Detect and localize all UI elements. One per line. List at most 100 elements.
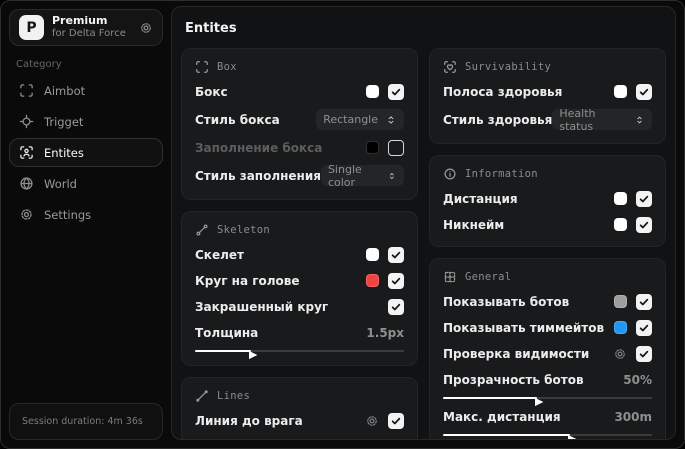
sidebar-item-entites[interactable]: Entites [9, 138, 163, 167]
slider-value: 300m [614, 410, 652, 424]
gear-icon [19, 207, 34, 222]
gear-icon[interactable] [365, 440, 379, 441]
setting-label: Скелет [195, 247, 244, 262]
setting-row: Линия до врага [195, 412, 404, 429]
panel-lines: Lines Линия до врага Линия взгляда [181, 377, 418, 441]
setting-row: Никнейм [443, 216, 652, 233]
slider-fill [443, 397, 538, 399]
person-scan-icon [19, 145, 34, 160]
line-icon [195, 389, 209, 403]
checkbox[interactable] [388, 83, 404, 100]
setting-row: Показывать тиммейтов [443, 319, 652, 336]
crosshair-icon [19, 114, 34, 129]
panel-title: General [465, 271, 512, 283]
color-swatch[interactable] [614, 295, 627, 308]
slider-row: Макс. дистанция 300m [443, 410, 652, 439]
setting-label: Макс. дистанция [443, 410, 561, 424]
setting-controls [613, 345, 652, 362]
slider-thumb-icon[interactable] [567, 430, 578, 439]
setting-label: Проверка видимости [443, 346, 590, 361]
setting-controls [614, 216, 652, 233]
color-swatch[interactable] [366, 248, 379, 261]
color-swatch[interactable] [614, 218, 627, 231]
setting-controls [366, 83, 404, 100]
setting-row: Скелет [195, 246, 404, 263]
slider[interactable] [195, 350, 404, 360]
dropdown[interactable]: Rectangle [316, 109, 404, 130]
color-swatch[interactable] [614, 321, 627, 334]
setting-label: Бокс [195, 84, 228, 99]
dropdown[interactable]: Single color [320, 162, 404, 189]
panel-header: Box [195, 60, 404, 74]
sidebar-item-aimbot[interactable]: Aimbot [9, 76, 163, 105]
checkbox[interactable] [636, 216, 652, 233]
setting-label: Дистанция [443, 191, 518, 206]
color-swatch[interactable] [366, 274, 379, 287]
gear-icon[interactable] [613, 347, 627, 361]
sidebar-item-label: Aimbot [44, 83, 86, 98]
slider[interactable] [443, 397, 652, 407]
setting-controls [614, 293, 652, 310]
bone-icon [195, 223, 209, 237]
setting-label: Линия взгляда [195, 440, 297, 441]
checkbox[interactable] [388, 438, 404, 439]
gear-icon[interactable] [139, 21, 153, 35]
sidebar-item-settings[interactable]: Settings [9, 200, 163, 229]
setting-row: Закрашенный круг [195, 298, 404, 315]
globe-icon [19, 176, 34, 191]
checkbox[interactable] [636, 83, 652, 100]
dropdown[interactable]: Health status [552, 107, 652, 133]
slider-row: Прозрачность ботов 50% [443, 373, 652, 407]
sidebar-item-world[interactable]: World [9, 169, 163, 198]
slider-value: 1.5px [366, 326, 404, 340]
color-swatch[interactable] [366, 85, 379, 98]
setting-row: Стиль бокса Rectangle [195, 109, 404, 130]
slider-thumb-icon[interactable] [534, 393, 545, 407]
setting-controls [366, 272, 404, 289]
color-swatch[interactable] [614, 85, 627, 98]
panel-survivability: Survivability Полоса здоровья Стиль здоров… [429, 48, 666, 144]
session-duration-text: Session duration: 4m 36s [22, 416, 143, 427]
checkbox[interactable] [388, 298, 404, 315]
checkbox[interactable] [388, 412, 404, 429]
grid-icon [443, 270, 457, 284]
checkbox[interactable] [388, 272, 404, 289]
checkbox[interactable] [388, 246, 404, 263]
color-swatch[interactable] [614, 192, 627, 205]
setting-label: Полоса здоровья [443, 84, 563, 99]
sidebar-item-label: Settings [44, 207, 92, 222]
setting-controls [614, 83, 652, 100]
setting-label: Прозрачность ботов [443, 373, 584, 387]
sidebar-item-trigget[interactable]: Trigget [9, 107, 163, 136]
checkbox[interactable] [636, 293, 652, 310]
setting-label: Толщина [195, 326, 259, 340]
session-duration-card: Session duration: 4m 36s [9, 403, 163, 440]
setting-label: Стиль заполнения [195, 168, 321, 183]
color-swatch[interactable] [366, 141, 379, 154]
gear-icon[interactable] [365, 414, 379, 428]
brand-title: Premium [52, 14, 108, 28]
heart-scan-icon [443, 60, 457, 74]
panel-header: Skeleton [195, 223, 404, 237]
app-logo: P [19, 15, 44, 40]
checkbox[interactable] [636, 190, 652, 207]
slider-thumb-icon[interactable] [248, 346, 259, 360]
panel-title: Information [465, 168, 538, 180]
checkbox[interactable] [388, 139, 404, 156]
setting-controls [366, 139, 404, 156]
brand-card: P Premium for Delta Force [9, 9, 163, 46]
panel-title: Survivability [465, 61, 552, 73]
slider-fill [195, 350, 252, 352]
slider-row-top: Макс. дистанция 300m [443, 410, 652, 424]
panel-columns: Box Бокс Стиль бокса Rectangle Заполнение бо… [181, 48, 666, 441]
checkbox[interactable] [636, 345, 652, 362]
panel-title: Skeleton [217, 224, 270, 236]
checkbox[interactable] [636, 319, 652, 336]
setting-label: Заполнение бокса [195, 140, 323, 155]
slider[interactable] [443, 434, 652, 439]
panel-title: Box [217, 61, 237, 73]
dropdown-value: Single color [327, 162, 362, 189]
setting-controls: Health status [552, 107, 652, 133]
sidebar-item-label: Entites [44, 145, 84, 160]
setting-label: Линия до врага [195, 413, 303, 428]
